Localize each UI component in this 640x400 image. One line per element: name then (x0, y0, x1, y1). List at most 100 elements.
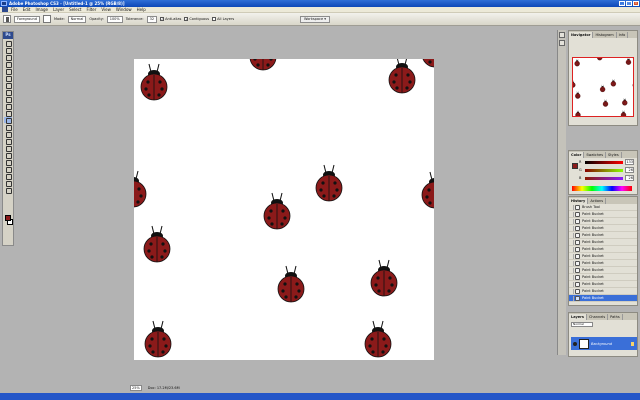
pattern-swatch[interactable] (42, 15, 51, 23)
blur-tool-icon[interactable] (4, 124, 12, 131)
value-g[interactable]: 26 (625, 167, 634, 173)
opacity-input[interactable]: 100% (106, 15, 123, 23)
menu-edit[interactable]: Edit (23, 7, 31, 12)
slider-b[interactable] (585, 176, 623, 180)
marquee-tool-icon[interactable] (4, 47, 12, 54)
menu-filter[interactable]: Filter (86, 7, 96, 12)
move-tool-icon[interactable] (4, 40, 12, 47)
history-item[interactable]: Paint Bucket (569, 246, 637, 253)
tab-styles[interactable]: Styles (606, 152, 622, 158)
document-canvas[interactable] (134, 59, 434, 360)
eyedropper-tool-icon[interactable] (4, 173, 12, 180)
magic-wand-tool-icon[interactable] (4, 61, 12, 68)
fill-source-select[interactable]: Foreground (14, 15, 40, 23)
history-item[interactable]: Paint Bucket (569, 260, 637, 267)
panel-dock-icon[interactable] (559, 40, 565, 46)
workspace-button[interactable]: Workspace ▾ (300, 16, 330, 23)
eye-icon[interactable] (573, 341, 577, 346)
zoom-tool-icon[interactable] (4, 187, 12, 194)
history-brush-source-box[interactable] (569, 239, 574, 245)
contiguous-checkbox[interactable]: ✓ Contiguous (184, 17, 209, 21)
value-b[interactable]: 26 (625, 175, 634, 181)
mode-select[interactable]: Normal (67, 15, 87, 23)
history-item[interactable]: Brush Tool (569, 204, 637, 211)
slider-r[interactable] (585, 160, 623, 164)
history-item[interactable]: Paint Bucket (569, 274, 637, 281)
tab-color[interactable]: Color (569, 152, 585, 158)
brush-tool-icon[interactable] (4, 89, 12, 96)
history-item[interactable]: Paint Bucket (569, 232, 637, 239)
lasso-tool-icon[interactable] (4, 54, 12, 61)
history-item[interactable]: Paint Bucket (569, 253, 637, 260)
slice-tool-icon[interactable] (4, 75, 12, 82)
history-item[interactable]: Paint Bucket (569, 239, 637, 246)
tab-info[interactable]: Info (617, 32, 629, 38)
history-brush-source-box[interactable] (569, 288, 574, 294)
eraser-tool-icon[interactable] (4, 110, 12, 117)
color-foreground-swatch[interactable] (572, 163, 578, 169)
maximize-button[interactable]: □ (626, 1, 632, 6)
tab-paths[interactable]: Paths (608, 314, 623, 320)
history-brush-source-box[interactable] (569, 232, 574, 238)
healing-brush-icon[interactable] (4, 82, 12, 89)
color-spectrum[interactable] (572, 186, 632, 191)
menu-window[interactable]: Window (116, 7, 132, 12)
tolerance-input[interactable]: 32 (146, 15, 158, 23)
history-brush-source-box[interactable] (569, 295, 574, 301)
paint-bucket-icon[interactable] (3, 15, 11, 23)
menu-layer[interactable]: Layer (53, 7, 64, 12)
layer-row-background[interactable]: Background (571, 337, 637, 350)
tab-actions[interactable]: Actions (588, 198, 607, 204)
tab-navigator[interactable]: Navigator (569, 32, 594, 38)
foreground-color-swatch[interactable] (5, 215, 11, 221)
history-item[interactable]: Paint Bucket (569, 281, 637, 288)
history-brush-source-box[interactable] (569, 267, 574, 273)
path-selection-icon[interactable] (4, 152, 12, 159)
close-button[interactable]: × (633, 1, 639, 6)
menu-select[interactable]: Select (69, 7, 81, 12)
clone-stamp-icon[interactable] (4, 96, 12, 103)
menu-help[interactable]: Help (137, 7, 146, 12)
shape-tool-icon[interactable] (4, 159, 12, 166)
menu-image[interactable]: Image (35, 7, 48, 12)
document-size[interactable]: Doc: 17.2M/23.6M (148, 386, 180, 390)
history-brush-icon[interactable] (4, 103, 12, 110)
history-brush-source-box[interactable] (569, 211, 574, 217)
history-item[interactable]: Paint Bucket (569, 295, 637, 302)
dodge-tool-icon[interactable] (4, 131, 12, 138)
history-brush-source-box[interactable] (569, 218, 574, 224)
navigator-preview[interactable] (572, 57, 634, 117)
tab-history[interactable]: History (569, 198, 589, 204)
history-brush-source-box[interactable] (569, 225, 574, 231)
history-item[interactable]: Paint Bucket (569, 218, 637, 225)
tab-swatches[interactable]: Swatches (584, 152, 607, 158)
paint-bucket-tool-icon[interactable] (4, 117, 12, 124)
history-item[interactable]: Paint Bucket (569, 267, 637, 274)
menu-file[interactable]: File (11, 7, 18, 12)
history-brush-source-box[interactable] (569, 274, 574, 280)
tab-histogram[interactable]: Histogram (593, 32, 617, 38)
history-brush-source-box[interactable] (569, 253, 574, 259)
history-brush-source-box[interactable] (569, 260, 574, 266)
tab-layers[interactable]: Layers (569, 314, 587, 320)
app-icon[interactable] (2, 7, 8, 12)
history-item[interactable]: Paint Bucket (569, 288, 637, 295)
tab-channels[interactable]: Channels (587, 314, 609, 320)
crop-tool-icon[interactable] (4, 68, 12, 75)
history-item[interactable]: Paint Bucket (569, 225, 637, 232)
pen-tool-icon[interactable] (4, 138, 12, 145)
type-tool-icon[interactable] (4, 145, 12, 152)
panel-dock-icon[interactable] (559, 32, 565, 38)
history-item[interactable]: Paint Bucket (569, 211, 637, 218)
zoom-level[interactable]: 25% (130, 385, 142, 391)
notes-tool-icon[interactable] (4, 166, 12, 173)
slider-g[interactable] (585, 168, 623, 172)
history-brush-source-box[interactable] (569, 281, 574, 287)
menu-view[interactable]: View (101, 7, 111, 12)
minimize-button[interactable]: _ (619, 1, 625, 6)
anti-alias-checkbox[interactable]: ✓ Anti-alias (160, 17, 181, 21)
value-r[interactable]: 133 (625, 159, 634, 165)
all-layers-checkbox[interactable]: All Layers (212, 17, 234, 21)
hand-tool-icon[interactable] (4, 180, 12, 187)
history-brush-source-box[interactable] (569, 246, 574, 252)
